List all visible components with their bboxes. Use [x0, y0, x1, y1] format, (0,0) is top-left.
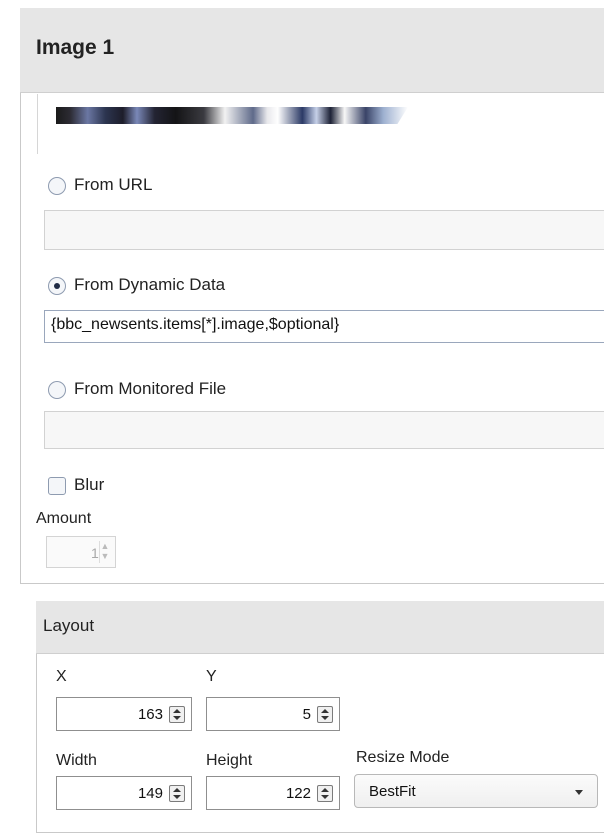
blur-label: Blur — [74, 475, 105, 494]
preview-frame — [37, 94, 38, 154]
y-spinner-icon[interactable] — [317, 706, 333, 723]
x-field[interactable]: 163 — [56, 697, 192, 731]
dynamic-data-input[interactable]: {bbc_newsents.items[*].image,$optional} — [44, 310, 604, 343]
image-panel-title: Image 1 — [36, 36, 115, 59]
from-dynamic-data-radio-icon[interactable] — [48, 277, 66, 295]
x-label: X — [56, 668, 67, 685]
width-spinner-icon[interactable] — [169, 785, 185, 802]
image-preview — [56, 107, 408, 124]
blur-checkbox-icon[interactable] — [48, 477, 66, 495]
from-monitored-file-radio-icon[interactable] — [48, 381, 66, 399]
width-field[interactable]: 149 — [56, 776, 192, 810]
amount-value: 1 — [91, 545, 99, 561]
url-input[interactable] — [44, 210, 604, 250]
from-url-radio-icon[interactable] — [48, 177, 66, 195]
amount-spinner-icon[interactable]: ▲ ▼ — [99, 541, 110, 563]
from-monitored-file-label: From Monitored File — [74, 379, 227, 398]
image-panel — [20, 8, 604, 584]
resize-mode-label: Resize Mode — [356, 749, 450, 766]
y-label: Y — [206, 668, 217, 685]
height-value: 122 — [285, 785, 311, 802]
x-spinner-icon[interactable] — [169, 706, 185, 723]
layout-panel-title: Layout — [43, 616, 95, 635]
height-label: Height — [206, 752, 253, 769]
height-spinner-icon[interactable] — [317, 785, 333, 802]
amount-label: Amount — [36, 510, 92, 527]
from-url-label: From URL — [74, 175, 153, 194]
resize-mode-value: BestFit — [369, 783, 416, 800]
monitored-file-input[interactable] — [44, 411, 604, 449]
resize-mode-select[interactable]: BestFit — [354, 774, 598, 808]
x-value: 163 — [137, 706, 163, 723]
width-value: 149 — [137, 785, 163, 802]
y-value: 5 — [302, 706, 311, 723]
chevron-down-icon — [575, 790, 583, 795]
amount-field[interactable]: 1 ▲ ▼ — [46, 536, 116, 568]
from-dynamic-data-label: From Dynamic Data — [74, 275, 226, 294]
width-label: Width — [56, 752, 97, 769]
y-field[interactable]: 5 — [206, 697, 340, 731]
height-field[interactable]: 122 — [206, 776, 340, 810]
layout-panel-header[interactable] — [36, 601, 604, 654]
